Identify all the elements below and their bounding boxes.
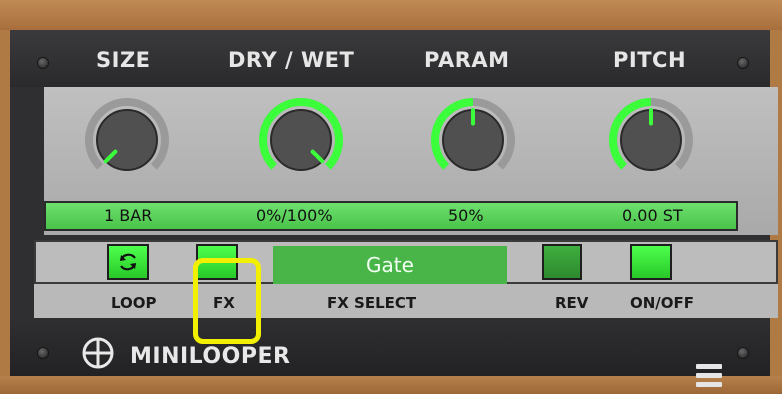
dry-wet-knob-graphic bbox=[259, 98, 343, 171]
rev-button[interactable] bbox=[542, 244, 582, 280]
param-knob[interactable] bbox=[428, 95, 518, 185]
logo-icon bbox=[82, 337, 114, 369]
fx-select-label: FX SELECT bbox=[327, 294, 417, 312]
button-label-row: LOOP FX FX SELECT REV ON/OFF bbox=[34, 284, 778, 318]
dry-wet-knob[interactable] bbox=[256, 95, 346, 185]
rev-label: REV bbox=[555, 294, 589, 312]
pitch-knob[interactable] bbox=[606, 95, 696, 185]
pitch-value: 0.00 ST bbox=[622, 206, 683, 225]
plugin-window: SIZE DRY / WET PARAM PITCH 1 BAR 0%/100%… bbox=[10, 30, 778, 387]
plugin-title: MINILOOPER bbox=[130, 344, 291, 369]
dry-wet-label: DRY / WET bbox=[228, 48, 355, 72]
size-knob[interactable] bbox=[82, 95, 172, 185]
size-label: SIZE bbox=[96, 48, 151, 72]
size-knob-graphic bbox=[85, 98, 169, 171]
fx-select-dropdown[interactable]: Gate bbox=[273, 246, 507, 284]
param-knob-graphic bbox=[431, 98, 515, 171]
pitch-knob-graphic bbox=[609, 98, 693, 171]
footer-bar bbox=[10, 318, 770, 376]
param-label: PARAM bbox=[424, 48, 510, 72]
screw-icon bbox=[38, 348, 48, 358]
wood-frame-top bbox=[0, 0, 782, 30]
value-display-bar: 1 BAR 0%/100% 50% 0.00 ST bbox=[44, 201, 738, 231]
param-value: 50% bbox=[448, 206, 484, 225]
size-value: 1 BAR bbox=[104, 206, 153, 225]
pitch-label: PITCH bbox=[613, 48, 687, 72]
dry-wet-value: 0%/100% bbox=[256, 206, 333, 225]
menu-icon[interactable] bbox=[696, 364, 722, 388]
loop-icon bbox=[119, 253, 137, 271]
loop-button[interactable] bbox=[107, 244, 149, 280]
fx-button-highlight bbox=[193, 258, 261, 344]
loop-label: LOOP bbox=[111, 294, 157, 312]
wood-frame-bottom bbox=[0, 376, 782, 394]
screw-icon bbox=[738, 58, 748, 68]
screw-icon bbox=[38, 58, 48, 68]
screw-icon bbox=[738, 348, 748, 358]
onoff-button[interactable] bbox=[630, 244, 672, 280]
onoff-label: ON/OFF bbox=[630, 294, 695, 312]
